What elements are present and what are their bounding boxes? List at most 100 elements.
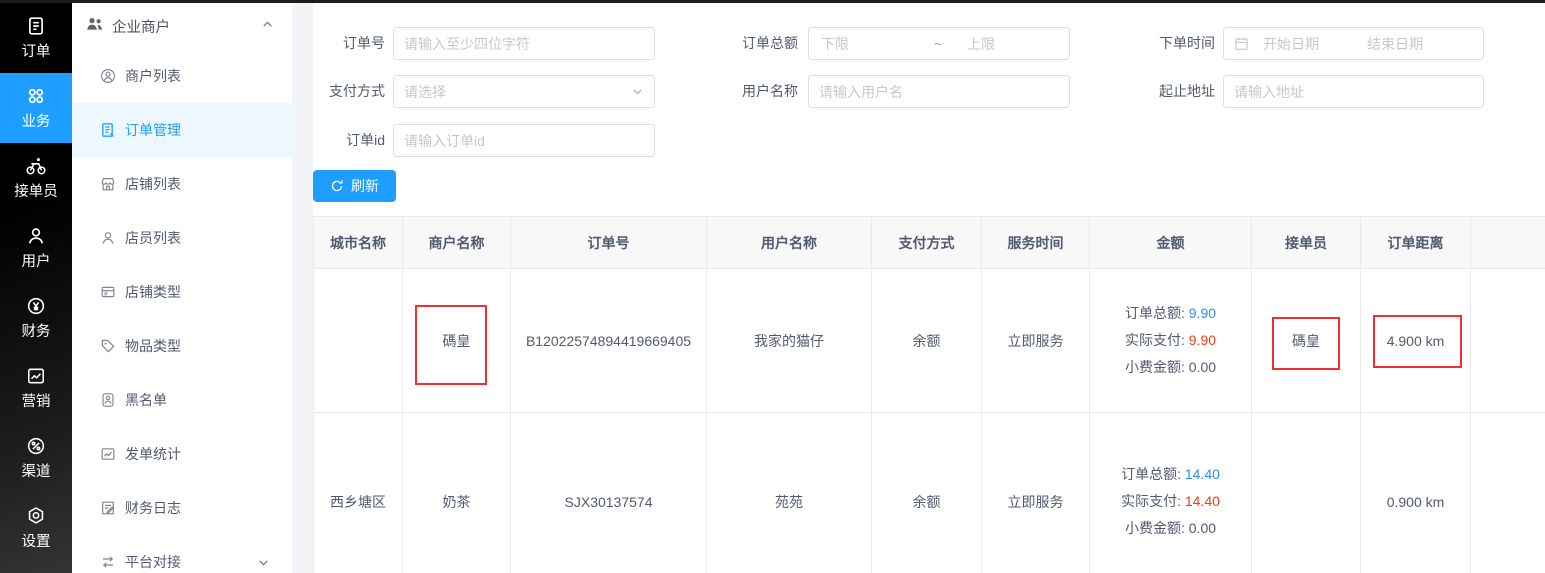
range-separator: ~ [909,36,967,52]
shop-list-icon [100,176,116,192]
chevron-up-icon [261,18,274,35]
sidebar-item-label: 财务 [22,320,51,341]
order-time-label: 下单时间 [1108,27,1215,60]
shop-type-icon [100,284,116,300]
order-total-range-input[interactable]: 下限 ~ 上限 [808,27,1070,60]
col-city: 城市名称 [314,217,403,269]
submenu-item-merchant-list[interactable]: 商户列表 [72,49,292,103]
sidebar-item-label: 用户 [22,250,51,271]
clerk-list-icon [100,230,116,246]
submenu-item-label: 财务日志 [125,498,181,518]
address-input[interactable] [1223,75,1484,108]
refresh-button[interactable]: 刷新 [313,170,396,202]
col-order-no: 订单号 [511,217,707,269]
sidebar-item-label: 设置 [22,530,51,551]
sidebar-item-label: 渠道 [22,460,51,481]
table-row: 碼皇 B12022574894419669405 我家的猫仔 余额 立即服务 订… [314,269,1545,413]
sidebar-item-orders[interactable]: 订单 [0,3,72,73]
finance-log-icon [100,500,116,516]
col-distance: 订单距离 [1361,217,1471,269]
order-id-label: 订单id [313,124,385,157]
platform-swap-icon [100,554,116,570]
refresh-icon [330,179,344,193]
actual-paid-value: 14.40 [1185,493,1220,509]
cell-address: 起点: 广西 市西乡塘区 达广场) 终点: 广西 市屯里商业 塘区)1 [1471,413,1545,573]
primary-sidebar: 订单 业务 接单员 用户 财务 [0,3,72,573]
submenu-item-label: 物品类型 [125,336,181,356]
cell-distance: 4.900 km [1361,269,1471,413]
cell-pay-method: 余额 [872,413,982,573]
sidebar-item-label: 营销 [22,390,51,411]
sidebar-item-marketing[interactable]: 营销 [0,353,72,423]
item-tag-icon [100,338,116,354]
sidebar-item-channels[interactable]: 渠道 [0,423,72,493]
pay-method-placeholder: 请选择 [404,82,446,102]
order-management-page: 订单 业务 接单员 用户 财务 [0,0,1545,573]
main-content: 订单号 订单总额 下限 ~ 上限 下单时间 开始日期 结束日期 支付方式 请选择… [313,3,1545,573]
sidebar-item-label: 订单 [22,40,51,61]
merchant-list-icon [100,68,116,84]
user-name-input[interactable] [808,75,1070,108]
col-amount: 金额 [1090,217,1252,269]
col-pay-method: 支付方式 [872,217,982,269]
order-id-input[interactable] [393,124,655,157]
actual-paid-value: 9.90 [1189,332,1216,348]
submenu-item-label: 黑名单 [125,390,167,410]
cell-courier: 碼皇 [1252,269,1361,413]
order-total-value: 9.90 [1189,305,1216,321]
submenu-item-shop-list[interactable]: 店铺列表 [72,157,292,211]
cell-city: 西乡塘区 [314,413,403,573]
cell-distance: 0.900 km [1361,413,1471,573]
start-date-placeholder: 开始日期 [1263,34,1367,54]
sidebar-item-finance[interactable]: 财务 [0,283,72,353]
cell-courier [1252,413,1361,573]
blacklist-badge-icon [100,392,116,408]
cell-address: 起点: 广西 市西乡塘区 广告产业园 终点: 南宁 号教学楼 [1471,269,1545,413]
submenu-item-label: 店铺列表 [125,174,181,194]
cell-pay-method: 余额 [872,269,982,413]
chevron-down-icon [631,85,644,98]
cell-order-no: SJX30137574 [511,413,707,573]
settings-gear-icon [26,506,46,526]
submenu-header-merchants[interactable]: 企业商户 [72,3,292,49]
submenu-item-label: 订单管理 [125,120,181,140]
col-courier: 接单员 [1252,217,1361,269]
submenu-item-blacklist[interactable]: 黑名单 [72,373,292,427]
cell-merchant: 碼皇 [403,269,511,413]
submenu-item-platform-connect[interactable]: 平台对接 [72,535,292,573]
channel-icon [26,436,46,456]
col-address [1471,217,1545,269]
submenu-item-shop-type[interactable]: 店铺类型 [72,265,292,319]
order-doc-icon [26,16,46,36]
submenu-item-order-management[interactable]: 订单管理 [72,103,292,157]
col-service-time: 服务时间 [982,217,1090,269]
order-no-input[interactable] [393,27,655,60]
finance-coin-icon [26,296,46,316]
sidebar-item-couriers[interactable]: 接单员 [0,143,72,213]
order-time-range-input[interactable]: 开始日期 结束日期 [1223,27,1484,60]
sidebar-item-label: 接单员 [14,180,58,201]
submenu-item-clerk-list[interactable]: 店员列表 [72,211,292,265]
cell-service-time: 立即服务 [982,269,1090,413]
submenu-item-finance-log[interactable]: 财务日志 [72,481,292,535]
address-label: 起止地址 [1108,75,1215,108]
submenu-header-label: 企业商户 [112,16,170,37]
total-min-placeholder: 下限 [821,34,909,54]
cell-amount: 订单总额: 14.40 实际支付: 14.40 小费金额: 0.00 [1090,413,1252,573]
layout-gutter [292,3,313,573]
col-merchant: 商户名称 [403,217,511,269]
end-date-placeholder: 结束日期 [1367,34,1471,54]
sidebar-item-settings[interactable]: 设置 [0,493,72,563]
cell-merchant: 奶茶 [403,413,511,573]
pay-method-select[interactable]: 请选择 [393,75,655,108]
tip-value: 0.00 [1189,520,1216,536]
sidebar-item-users[interactable]: 用户 [0,213,72,283]
cell-service-time: 立即服务 [982,413,1090,573]
submenu-item-dispatch-stats[interactable]: 发单统计 [72,427,292,481]
submenu-item-label: 店员列表 [125,228,181,248]
cell-city [314,269,403,413]
submenu-item-item-type[interactable]: 物品类型 [72,319,292,373]
marketing-chart-icon [26,366,46,386]
sidebar-item-business[interactable]: 业务 [0,73,72,143]
cell-amount: 订单总额: 9.90 实际支付: 9.90 小费金额: 0.00 [1090,269,1252,413]
